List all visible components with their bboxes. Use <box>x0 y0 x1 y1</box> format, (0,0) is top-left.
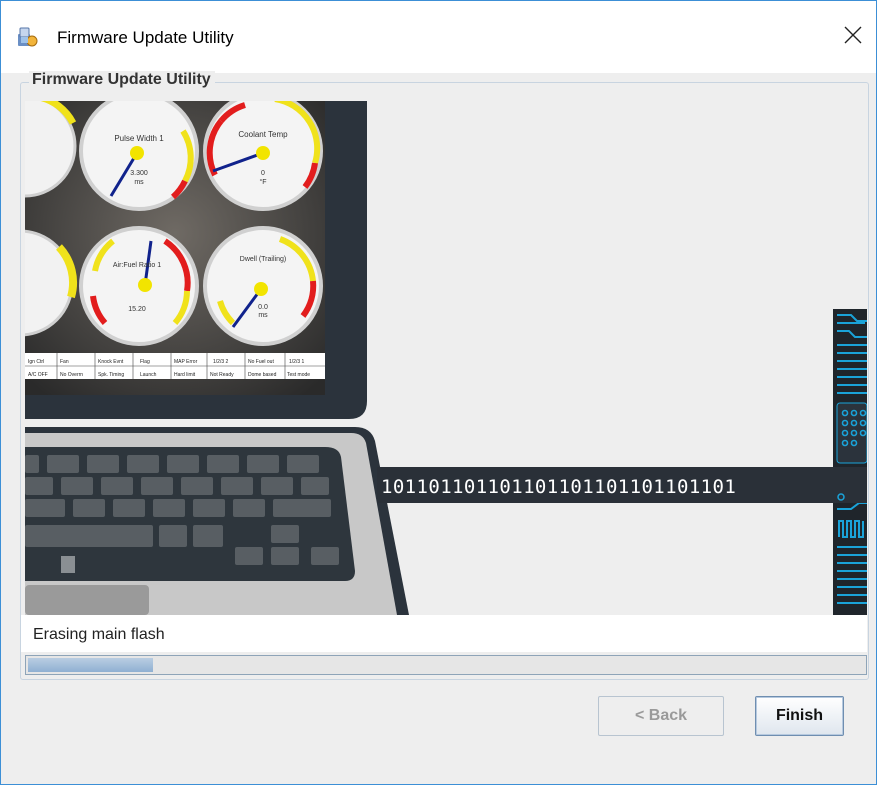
svg-text:MAP Error: MAP Error <box>174 359 198 365</box>
firmware-update-window: Firmware Update Utility Firmware Update … <box>0 0 877 785</box>
progress-bar-fill <box>28 658 153 672</box>
svg-text:Ign Ctrl: Ign Ctrl <box>28 359 44 365</box>
svg-text:°F: °F <box>259 178 266 186</box>
window-title: Firmware Update Utility <box>57 28 234 47</box>
status-message-box: Erasing main flash <box>21 615 867 652</box>
gauge-dwell: Dwell (Trailing) 0.0 ms <box>203 226 323 346</box>
svg-text:Air:Fuel Ratio 1: Air:Fuel Ratio 1 <box>113 262 161 269</box>
svg-text:Test mode: Test mode <box>287 372 310 378</box>
app-icon <box>18 27 38 47</box>
gauge-coolant-temp: Coolant Temp 0 °F <box>203 101 323 211</box>
binary-data-stream: 101101101101101101101101101101 <box>377 467 833 503</box>
panel-title: Firmware Update Utility <box>29 71 215 89</box>
finish-button[interactable]: Finish <box>755 696 844 736</box>
svg-text:Knock Evnt: Knock Evnt <box>98 359 124 365</box>
firmware-illustration: Pulse Width 1 3.300 ms Coolant Temp 0 °F <box>25 101 867 615</box>
svg-text:Pulse Width 1: Pulse Width 1 <box>114 134 164 143</box>
svg-text:Spk. Timing: Spk. Timing <box>98 372 124 378</box>
svg-text:A/C OFF: A/C OFF <box>28 372 48 378</box>
svg-text:Flag: Flag <box>140 359 150 365</box>
close-button[interactable] <box>830 15 876 55</box>
svg-text:0.0: 0.0 <box>258 304 268 311</box>
status-indicator-grid: Ign Ctrl Fan Knock Evnt Flag MAP Error 1… <box>25 353 325 379</box>
laptop-keyboard-base <box>25 427 409 615</box>
back-button[interactable]: < Back <box>598 696 724 736</box>
svg-text:Launch: Launch <box>140 372 157 378</box>
gauge-pulse-width: Pulse Width 1 3.300 ms <box>79 101 199 211</box>
svg-text:Dome based: Dome based <box>248 372 277 378</box>
laptop-illustration: Pulse Width 1 3.300 ms Coolant Temp 0 °F <box>25 101 867 615</box>
svg-text:15.20: 15.20 <box>128 306 146 313</box>
svg-text:Fan: Fan <box>60 359 69 365</box>
title-bar: Firmware Update Utility <box>1 1 876 73</box>
svg-text:No Fuel out: No Fuel out <box>248 359 274 365</box>
svg-text:3.300: 3.300 <box>130 170 148 177</box>
svg-text:1/2/3 1: 1/2/3 1 <box>289 359 305 365</box>
svg-text:No Overrn: No Overrn <box>60 372 83 378</box>
svg-text:0: 0 <box>261 170 265 177</box>
svg-text:1/2/3 2: 1/2/3 2 <box>213 359 229 365</box>
svg-text:Dwell (Trailing): Dwell (Trailing) <box>240 256 286 263</box>
progress-bar <box>25 655 867 675</box>
gauge-air-fuel-ratio: Air:Fuel Ratio 1 15.20 <box>79 226 199 346</box>
status-message: Erasing main flash <box>33 626 165 643</box>
svg-text:Coolant Temp: Coolant Temp <box>238 130 288 139</box>
svg-text:Hard limit: Hard limit <box>174 372 196 378</box>
close-icon <box>844 26 862 44</box>
svg-text:ms: ms <box>134 179 144 186</box>
svg-text:ms: ms <box>258 312 268 319</box>
circuit-board-chip <box>833 309 867 615</box>
svg-text:Not Ready: Not Ready <box>210 372 234 378</box>
svg-text:101101101101101101101101101101: 101101101101101101101101101101 <box>381 476 736 498</box>
